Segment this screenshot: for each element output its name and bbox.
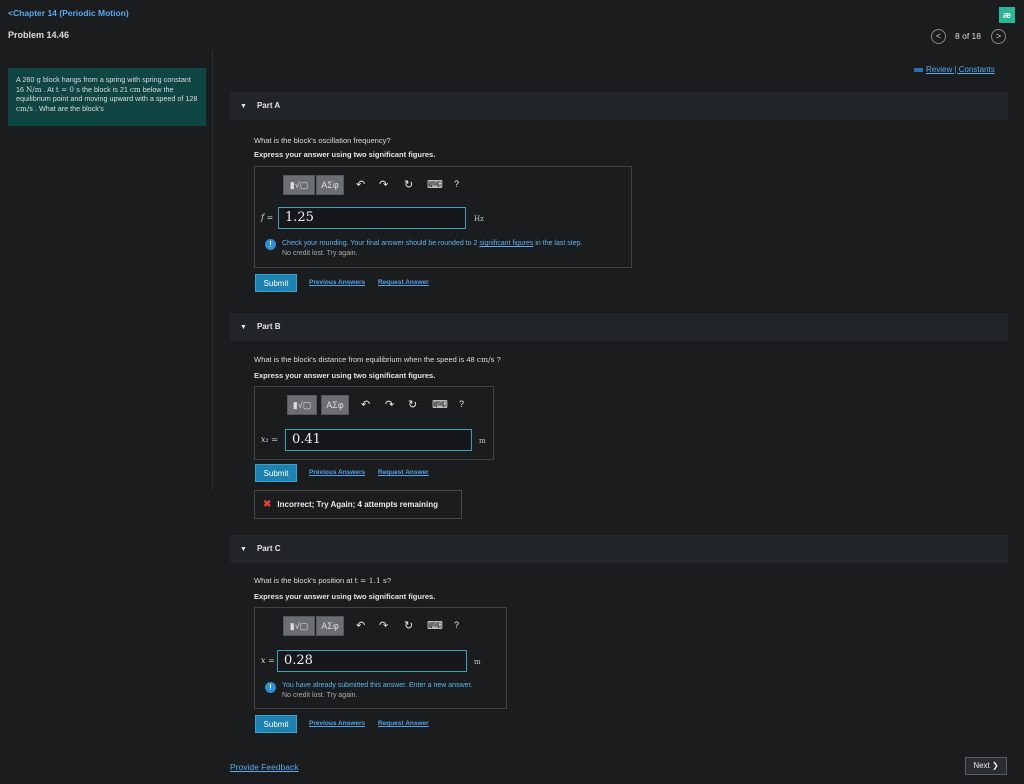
part-c-answer-input[interactable]: 0.28 bbox=[277, 650, 467, 672]
part-c-submit-button[interactable]: Submit bbox=[255, 715, 297, 733]
part-b-instruction: Express your answer using two significan… bbox=[254, 371, 436, 380]
symbols-button[interactable]: ΑΣφ bbox=[321, 395, 349, 415]
part-c-variable-label: x = bbox=[261, 656, 275, 665]
part-a-answer-input[interactable]: 1.25 bbox=[278, 207, 466, 229]
feedback-text: in the last step. bbox=[533, 240, 583, 247]
redo-icon[interactable]: ↷ bbox=[379, 178, 388, 191]
problem-unit: cm/s bbox=[16, 103, 33, 113]
symbols-button[interactable]: ΑΣφ bbox=[316, 616, 344, 636]
problem-statement: A 260 g block hangs from a spring with s… bbox=[8, 68, 206, 126]
part-a-previous-answers-link[interactable]: Previous Answers bbox=[309, 279, 365, 286]
part-b-title: Part B bbox=[256, 322, 281, 331]
keyboard-icon[interactable]: ⌨ bbox=[427, 178, 443, 191]
question-equation: t = 1.1 s bbox=[354, 576, 387, 585]
part-c-instruction: Express your answer using two significan… bbox=[254, 592, 436, 601]
part-a-instruction: Express your answer using two significan… bbox=[254, 150, 436, 159]
collapse-arrow-icon: ▼ bbox=[240, 103, 247, 110]
redo-icon[interactable]: ↷ bbox=[385, 398, 394, 411]
feedback-text: Check your rounding. Your final answer s… bbox=[282, 240, 480, 247]
templates-button[interactable]: ▮√▢ bbox=[283, 616, 315, 636]
app-logo: æ bbox=[999, 7, 1015, 23]
part-b-incorrect-banner: ✖ Incorrect; Try Again; 4 attempts remain… bbox=[254, 490, 462, 519]
part-b-header[interactable]: ▼ Part B bbox=[230, 313, 1008, 341]
part-a-title: Part A bbox=[256, 101, 281, 110]
problem-counter: 8 of 18 bbox=[955, 31, 981, 41]
question-text: What is the block's distance from equili… bbox=[254, 355, 477, 364]
part-c-unit: m bbox=[474, 658, 481, 666]
part-c-previous-answers-link[interactable]: Previous Answers bbox=[309, 720, 365, 727]
reset-icon[interactable]: ↻ bbox=[408, 398, 417, 411]
templates-button[interactable]: ▮√▢ bbox=[283, 175, 315, 195]
question-text: What is the block's position at bbox=[254, 576, 355, 585]
warning-icon: ! bbox=[265, 682, 276, 693]
part-b-variable-label: x₁ = bbox=[261, 435, 278, 444]
part-c-feedback-sub: No credit lost. Try again. bbox=[282, 692, 358, 699]
part-a-feedback-sub: No credit lost. Try again. bbox=[282, 250, 358, 257]
provide-feedback-link[interactable]: Provide Feedback bbox=[230, 762, 299, 772]
part-c-feedback: You have already submitted this answer. … bbox=[282, 682, 473, 689]
part-b-submit-button[interactable]: Submit bbox=[255, 464, 297, 482]
undo-icon[interactable]: ↶ bbox=[356, 178, 365, 191]
keyboard-icon[interactable]: ⌨ bbox=[432, 398, 448, 411]
warning-icon: ! bbox=[265, 239, 276, 250]
collapse-arrow-icon: ▼ bbox=[240, 546, 247, 553]
help-icon[interactable]: ? bbox=[459, 399, 464, 409]
templates-button[interactable]: ▮√▢ bbox=[287, 395, 317, 415]
part-b-previous-answers-link[interactable]: Previous Answers bbox=[309, 469, 365, 476]
problem-unit: cm bbox=[129, 84, 141, 94]
prev-problem-icon[interactable]: < bbox=[931, 29, 946, 44]
redo-icon[interactable]: ↷ bbox=[379, 619, 388, 632]
question-text: ? bbox=[494, 355, 501, 364]
part-b-unit: m bbox=[479, 437, 486, 445]
problem-equation: t = 0 s bbox=[55, 84, 80, 94]
problem-text: . At bbox=[41, 84, 56, 94]
question-text: ? bbox=[386, 576, 392, 585]
help-icon[interactable]: ? bbox=[454, 179, 459, 189]
column-divider bbox=[212, 50, 213, 490]
breadcrumb-chapter-link[interactable]: <Chapter 14 (Periodic Motion) bbox=[8, 8, 129, 18]
part-a-answer-box: ▮√▢ ΑΣφ ↶ ↷ ↻ ⌨ ? f = 1.25 Hz ! Check yo… bbox=[254, 166, 632, 268]
incorrect-x-icon: ✖ bbox=[263, 499, 272, 510]
help-icon[interactable]: ? bbox=[454, 620, 459, 630]
problem-text: the block is 21 bbox=[79, 84, 130, 94]
part-c-answer-box: ▮√▢ ΑΣφ ↶ ↷ ↻ ⌨ ? x = 0.28 m ! You have … bbox=[254, 607, 507, 709]
part-b-answer-input[interactable]: 0.41 bbox=[285, 429, 472, 451]
incorrect-message: Incorrect; Try Again; 4 attempts remaini… bbox=[277, 500, 439, 509]
next-button[interactable]: Next ❯ bbox=[965, 757, 1007, 775]
part-a-question: What is the block's oscillation frequenc… bbox=[254, 136, 391, 145]
keyboard-icon[interactable]: ⌨ bbox=[427, 619, 443, 632]
review-icon bbox=[914, 67, 923, 72]
part-a-request-answer-link[interactable]: Request Answer bbox=[378, 279, 429, 286]
part-a-unit: Hz bbox=[474, 215, 484, 223]
problem-text: A 260 bbox=[16, 75, 37, 84]
part-a-variable-label: f = bbox=[261, 213, 274, 222]
part-c-header[interactable]: ▼ Part C bbox=[230, 535, 1008, 563]
reset-icon[interactable]: ↻ bbox=[404, 619, 413, 632]
significant-figures-link[interactable]: significant figures bbox=[479, 240, 533, 247]
part-a-submit-button[interactable]: Submit bbox=[255, 274, 297, 292]
undo-icon[interactable]: ↶ bbox=[356, 619, 365, 632]
review-link-text[interactable]: Review | Constants bbox=[926, 65, 995, 74]
next-problem-icon[interactable]: > bbox=[991, 29, 1006, 44]
part-b-request-answer-link[interactable]: Request Answer bbox=[378, 469, 429, 476]
collapse-arrow-icon: ▼ bbox=[240, 324, 247, 331]
problem-unit: N/m bbox=[26, 84, 42, 94]
problem-title: Problem 14.46 bbox=[8, 30, 70, 40]
problem-text: . What are the block's bbox=[32, 103, 104, 113]
part-a-header[interactable]: ▼ Part A bbox=[230, 92, 1008, 120]
part-b-answer-box: ▮√▢ ΑΣφ ↶ ↷ ↻ ⌨ ? x₁ = 0.41 m bbox=[254, 386, 494, 460]
reset-icon[interactable]: ↻ bbox=[404, 178, 413, 191]
symbols-button[interactable]: ΑΣφ bbox=[316, 175, 344, 195]
question-unit: cm/s bbox=[476, 355, 495, 364]
review-constants-link[interactable]: Review | Constants bbox=[914, 65, 995, 74]
part-c-request-answer-link[interactable]: Request Answer bbox=[378, 720, 429, 727]
undo-icon[interactable]: ↶ bbox=[361, 398, 370, 411]
part-c-question: What is the block's position at t = 1.1 … bbox=[254, 576, 391, 585]
part-b-question: What is the block's distance from equili… bbox=[254, 355, 501, 364]
part-a-feedback: Check your rounding. Your final answer s… bbox=[282, 240, 582, 247]
part-c-title: Part C bbox=[256, 544, 281, 553]
top-bar bbox=[0, 0, 1024, 50]
